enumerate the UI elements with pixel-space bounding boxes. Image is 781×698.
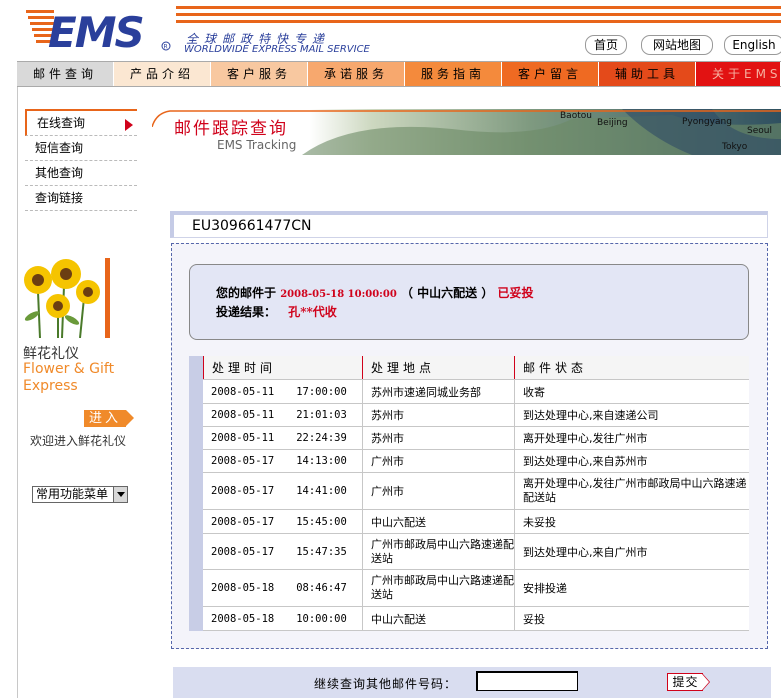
flower-title-cn: 鲜花礼仪 [23,346,79,362]
header-stripes [176,6,781,23]
query-label: 继续查询其他邮件号码： [314,677,458,691]
chevron-down-icon[interactable] [113,487,127,502]
table-row: 2008-05-11 21:01:03 苏州市 到达处理中心,来自速递公司 [203,404,749,427]
table-lead-bar [189,356,203,631]
left-border [17,87,18,698]
english-link[interactable]: English [724,35,781,55]
main-nav: 邮件查询 产品介绍 客户服务 承诺服务 服务指南 客户留言 辅助工具 关于EMS [17,61,781,87]
table-row: 2008-05-11 22:24:39 苏州市 离开处理中心,发往广州市 [203,427,749,450]
tracking-number: EU309661477CN [192,218,312,234]
delivery-datetime: 2008-05-18 10:00:00 [280,289,397,300]
submit-label: 提交 [667,673,703,691]
nav-item-mail-query[interactable]: 邮件查询 [17,62,114,86]
flower-enter-button[interactable]: 进入 [84,410,134,427]
table-row: 2008-05-18 10:00:00 中山六配送 妥投 [203,607,749,631]
page-subtitle: EMS Tracking [217,138,297,152]
nav-item-guide[interactable]: 服务指南 [405,62,502,86]
flower-title-en-2: Express [23,378,78,394]
sunflower-image[interactable] [18,258,112,338]
delivery-result-value: 孔**代收 [288,305,337,319]
svg-text:R: R [164,44,168,51]
nav-item-customer-service[interactable]: 客户服务 [211,62,308,86]
table-row: 2008-05-17 15:45:00 中山六配送 未妥投 [203,510,749,534]
side-item-online-query[interactable]: 在线查询 [25,111,137,136]
table-row: 2008-05-17 14:13:00 广州市 到达处理中心,来自苏州市 [203,450,749,473]
side-menu: 在线查询 短信查询 其他查询 查询链接 [25,109,137,211]
nav-item-commitment[interactable]: 承诺服务 [308,62,405,86]
map-label-beijing: Beijing [597,118,628,128]
map-label-tokyo: Tokyo [721,142,748,152]
table-row: 2008-05-11 17:00:00 苏州市速递同城业务部 收寄 [203,380,749,404]
ems-logo: EMS R [26,8,171,56]
flower-title-en: Flower & Gift [23,361,115,377]
flower-accent-bar [105,258,110,338]
map-label-pyongyang: Pyongyang [682,117,732,127]
nav-item-tools[interactable]: 辅助工具 [599,62,696,86]
column-header-status: 邮件状态 [514,356,749,379]
delivery-result-label: 投递结果： [216,305,277,319]
tracking-number-input[interactable] [476,671,578,691]
delivery-summary-box [189,264,749,340]
side-item-label: 查询链接 [35,191,84,205]
table-row: 2008-05-17 15:47:35 广州市邮政局中山六路速递配送站 到达处理中… [203,534,749,570]
home-link[interactable]: 首页 [585,35,627,55]
map-label-baotou: Baotou [560,111,592,121]
function-menu-value: 常用功能菜单 [36,487,109,501]
enter-label: 进入 [84,410,126,427]
delivery-status: 已妥投 [497,286,534,300]
table-row: 2008-05-17 14:41:00 广州市 离开处理中心,发往广州市邮政局中山… [203,473,749,510]
side-item-query-links[interactable]: 查询链接 [25,186,137,211]
page-title: 邮件跟踪查询 [174,119,288,139]
side-item-other-query[interactable]: 其他查询 [25,161,137,186]
slogan-en: WORLDWIDE EXPRESS MAIL SERVICE [184,44,370,55]
table-row: 2008-05-18 08:46:47 广州市邮政局中山六路速递配送站 安排投递 [203,570,749,607]
side-item-label: 其他查询 [35,166,84,180]
arrow-right-icon [125,119,133,131]
delivery-summary: 您的邮件于 2008-05-18 10:00:00 （ 中山六配送 ） 已妥投 [216,286,534,300]
submit-button[interactable]: 提交 [667,673,711,691]
nav-item-messages[interactable]: 客户留言 [502,62,599,86]
nav-item-about[interactable]: 关于EMS [696,62,781,86]
page-header: EMS R 全球邮政特快专递 WORLDWIDE EXPRESS MAIL SE… [0,0,781,60]
arrow-right-icon [126,410,134,426]
side-item-label: 在线查询 [37,116,86,130]
delivery-place: （ 中山六配送 ） [400,286,494,300]
nav-item-products[interactable]: 产品介绍 [114,62,211,86]
map-label-seoul: Seoul [747,126,772,136]
side-item-sms-query[interactable]: 短信查询 [25,136,137,161]
side-item-label: 短信查询 [35,141,84,155]
sitemap-link[interactable]: 网站地图 [641,35,713,55]
column-header-place: 处理地点 [362,356,514,379]
flower-welcome-link[interactable]: 欢迎进入鲜花礼仪 [30,432,126,449]
logo-text: EMS [48,8,143,56]
function-menu-select[interactable]: 常用功能菜单 [32,486,128,503]
delivery-result: 投递结果： 孔**代收 [216,303,337,320]
column-header-time: 处理时间 [203,356,362,379]
table-header: 处理时间 处理地点 邮件状态 [203,356,749,380]
